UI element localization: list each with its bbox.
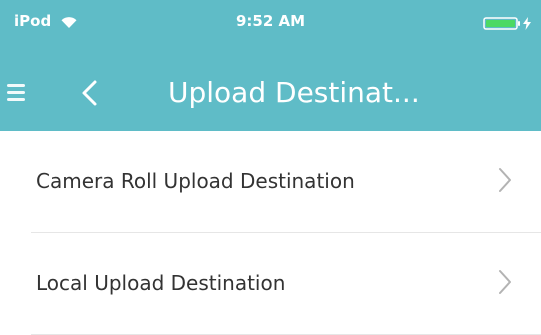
chevron-left-icon[interactable] bbox=[79, 79, 101, 107]
menu-icon[interactable] bbox=[7, 82, 31, 104]
battery-indicator bbox=[483, 17, 531, 30]
navigation-bar: Upload Destinat... bbox=[0, 46, 541, 131]
list-item-local-upload-destination[interactable]: Local Upload Destination bbox=[31, 233, 541, 335]
charge-icon bbox=[523, 17, 531, 30]
destination-list: Camera Roll Upload Destination Local Upl… bbox=[0, 131, 541, 335]
status-time: 9:52 AM bbox=[235, 12, 306, 30]
chevron-right-icon bbox=[499, 270, 511, 294]
chevron-right-icon bbox=[499, 168, 511, 192]
status-bar: iPod 9:52 AM bbox=[0, 0, 541, 46]
list-item-label: Camera Roll Upload Destination bbox=[36, 169, 355, 193]
list-item-label: Local Upload Destination bbox=[36, 271, 286, 295]
list-item-camera-roll-upload-destination[interactable]: Camera Roll Upload Destination bbox=[31, 131, 541, 233]
page-title: Upload Destinat... bbox=[168, 76, 420, 109]
battery-icon bbox=[483, 17, 520, 30]
app-header: iPod 9:52 AM Upload Destinat... bbox=[0, 0, 541, 131]
